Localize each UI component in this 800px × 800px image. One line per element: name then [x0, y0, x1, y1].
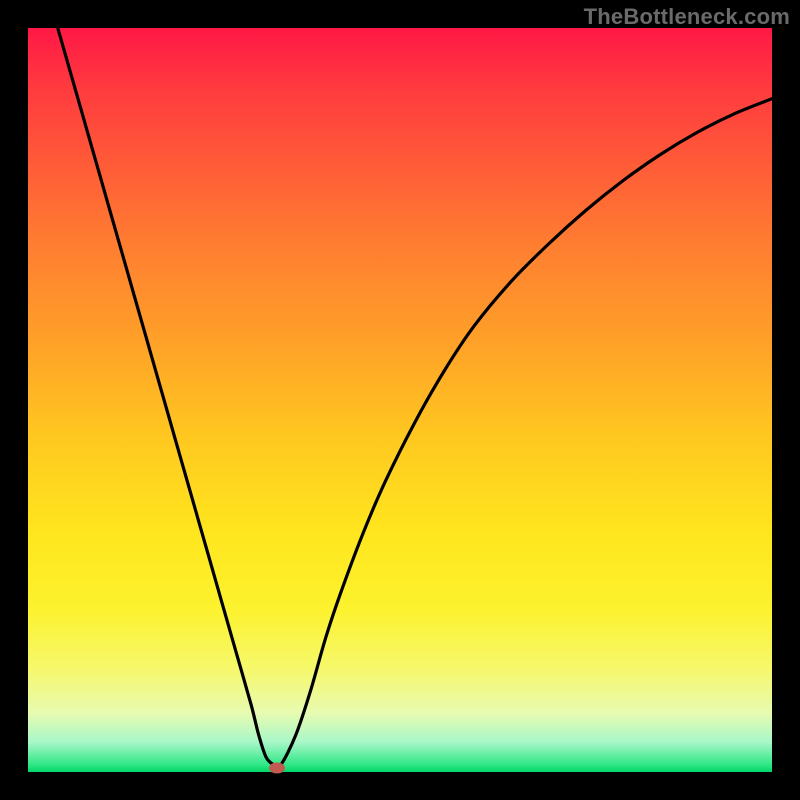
watermark-text: TheBottleneck.com	[584, 4, 790, 30]
optimum-marker	[269, 762, 285, 773]
bottleneck-curve	[28, 28, 772, 772]
chart-frame: TheBottleneck.com	[0, 0, 800, 800]
plot-area	[28, 28, 772, 772]
